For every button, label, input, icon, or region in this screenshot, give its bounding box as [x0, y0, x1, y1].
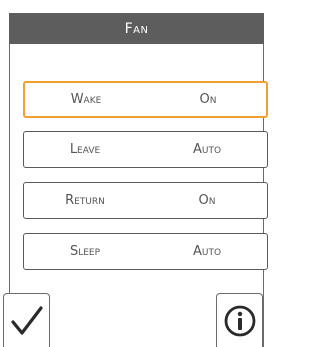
row-fan-value: Auto — [192, 244, 222, 259]
row-mode-label: Wake — [70, 92, 102, 107]
row-fan-value: On — [199, 92, 217, 107]
info-icon — [224, 305, 255, 336]
title-bar: Fan — [9, 13, 264, 44]
schedule-row-leave[interactable]: Leave Auto — [23, 131, 268, 168]
confirm-button[interactable] — [3, 293, 50, 347]
row-mode-label: Sleep — [69, 244, 101, 259]
row-fan-value: Auto — [192, 142, 222, 157]
row-mode-label: Return — [65, 193, 105, 208]
schedule-row-wake[interactable]: Wake On — [23, 81, 268, 118]
info-button[interactable] — [216, 293, 263, 347]
schedule-row-sleep[interactable]: Sleep Auto — [23, 233, 268, 270]
checkmark-icon — [10, 305, 43, 335]
row-fan-value: On — [198, 193, 216, 208]
schedule-row-return[interactable]: Return On — [23, 182, 268, 219]
page-title: Fan — [124, 20, 149, 37]
row-mode-label: Leave — [69, 142, 101, 157]
